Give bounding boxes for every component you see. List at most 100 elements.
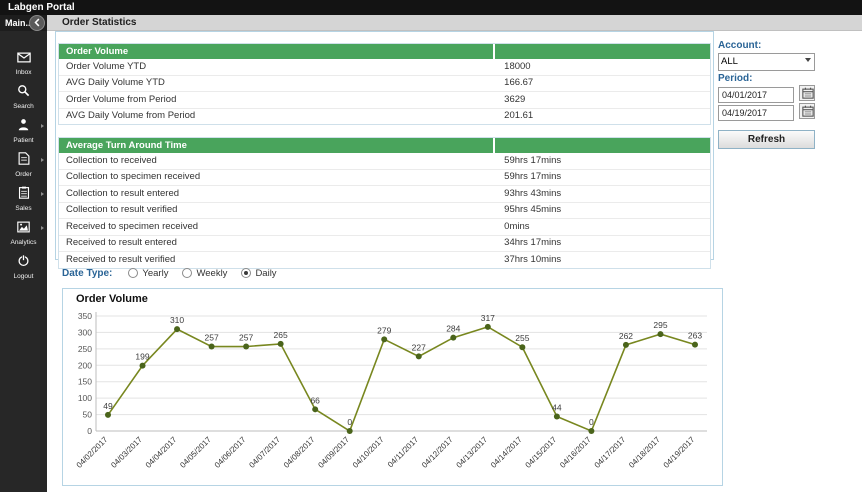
- svg-text:265: 265: [274, 330, 288, 340]
- chevron-right-icon: [41, 226, 44, 230]
- svg-text:0: 0: [347, 417, 352, 427]
- table-row: Collection to received 59hrs 17mins: [59, 153, 710, 170]
- labgen-portal-app: Labgen Portal Main... Order Statistics I…: [0, 0, 862, 492]
- row-value: 93hrs 43mins: [504, 187, 562, 199]
- svg-text:100: 100: [78, 393, 92, 403]
- page-header-bar: [47, 15, 862, 31]
- svg-text:250: 250: [78, 344, 92, 354]
- svg-text:04/17/2017: 04/17/2017: [593, 435, 628, 470]
- table-row: AVG Daily Volume from Period 201.61: [59, 108, 710, 124]
- svg-text:04/18/2017: 04/18/2017: [627, 435, 662, 470]
- page-title: Order Statistics: [62, 17, 137, 28]
- chevron-right-icon: [41, 124, 44, 128]
- row-label: Collection to result verified: [66, 204, 178, 215]
- sidebar-item-sales[interactable]: Sales: [0, 181, 47, 215]
- calendar-icon: [801, 87, 814, 102]
- chart-title: Order Volume: [76, 293, 148, 305]
- period-from-row: [718, 85, 815, 103]
- row-value: 201.61: [504, 110, 534, 121]
- row-label: Collection to result entered: [66, 187, 180, 199]
- row-label: Received to result entered: [66, 237, 177, 248]
- date-type-row: Date Type: Yearly Weekly Daily: [62, 266, 291, 280]
- svg-text:295: 295: [653, 320, 667, 330]
- svg-text:284: 284: [446, 324, 460, 334]
- account-select-wrap: ALL: [718, 51, 815, 71]
- svg-text:04/14/2017: 04/14/2017: [489, 435, 524, 470]
- svg-text:150: 150: [78, 377, 92, 387]
- svg-text:04/15/2017: 04/15/2017: [524, 435, 559, 470]
- svg-text:199: 199: [135, 352, 149, 362]
- row-label: Order Volume YTD: [66, 60, 147, 72]
- row-label: Received to specimen received: [66, 220, 199, 232]
- radio-label: Yearly: [142, 267, 169, 279]
- analytics-icon: [17, 220, 30, 237]
- sidebar-item-label: Patient: [13, 137, 34, 144]
- sidebar-item-order[interactable]: Order: [0, 147, 47, 181]
- back-button[interactable]: [29, 15, 45, 31]
- row-value: 18000: [504, 60, 531, 72]
- radio-icon: [241, 268, 252, 278]
- period-from-calendar-button[interactable]: [799, 85, 815, 101]
- svg-text:263: 263: [688, 331, 702, 341]
- sidebar-item-label: Logout: [13, 273, 34, 280]
- period-from-input[interactable]: [718, 87, 794, 103]
- svg-text:227: 227: [412, 342, 426, 352]
- account-label: Account:: [718, 40, 762, 51]
- svg-text:257: 257: [239, 333, 253, 343]
- svg-text:50: 50: [83, 410, 93, 420]
- search-icon: [17, 84, 30, 101]
- order-volume-table: Order Volume Order Volume YTD 18000 AVG Da…: [58, 43, 711, 125]
- row-value: 166.67: [504, 77, 534, 88]
- row-label: Collection to received: [66, 154, 157, 166]
- radio-label: Daily: [255, 267, 277, 279]
- inbox-icon: [16, 50, 31, 67]
- period-to-row: [718, 103, 815, 121]
- table-row: Received to specimen received 0mins: [59, 219, 710, 236]
- date-type-radio-daily[interactable]: Daily: [241, 267, 277, 279]
- date-type-radio-weekly[interactable]: Weekly: [182, 268, 227, 279]
- sidebar-item-patient[interactable]: Patient: [0, 113, 47, 147]
- row-value: 59hrs 17mins: [504, 154, 562, 166]
- svg-text:49: 49: [103, 401, 113, 411]
- order-volume-table-body: Order Volume YTD 18000 AVG Daily Volume YT…: [59, 59, 710, 124]
- chevron-right-icon: [41, 158, 44, 162]
- app-title: Labgen Portal: [8, 2, 75, 13]
- radio-label: Weekly: [196, 267, 228, 279]
- date-type-label: Date Type:: [62, 267, 113, 279]
- sidebar-items: Inbox Search Patient Order Sales Analytics Log…: [0, 45, 47, 283]
- radio-icon: [182, 268, 193, 278]
- period-to-calendar-button[interactable]: [799, 103, 815, 119]
- statistics-panel: Order Volume Order Volume YTD 18000 AVG Da…: [55, 31, 714, 269]
- svg-text:04/08/2017: 04/08/2017: [282, 435, 317, 470]
- svg-text:279: 279: [377, 325, 391, 335]
- svg-text:04/09/2017: 04/09/2017: [316, 435, 351, 470]
- calendar-icon: [801, 105, 814, 120]
- sidebar-item-search[interactable]: Search: [0, 79, 47, 113]
- svg-text:0: 0: [589, 417, 594, 427]
- svg-text:04/04/2017: 04/04/2017: [144, 435, 179, 470]
- svg-text:04/07/2017: 04/07/2017: [247, 435, 282, 470]
- date-type-options: Yearly Weekly Daily: [128, 268, 290, 279]
- sidebar-item-label: Analytics: [10, 239, 37, 246]
- row-value: 3629: [504, 93, 526, 105]
- chart-svg: 0 50 100 150 200 250 300 350 04/02/2017 04/03/201…: [75, 311, 707, 470]
- table-row: Collection to result verified 95hrs 45min…: [59, 202, 710, 219]
- sidebar-item-logout[interactable]: Logout: [0, 249, 47, 283]
- row-label: Collection to specimen received: [66, 171, 201, 182]
- turnaround-table-header-row: Average Turn Around Time: [59, 138, 710, 153]
- sidebar-item-inbox[interactable]: Inbox: [0, 45, 47, 79]
- date-type-radio-yearly[interactable]: Yearly: [128, 268, 168, 279]
- svg-text:04/06/2017: 04/06/2017: [213, 435, 248, 470]
- period-to-input[interactable]: [718, 105, 794, 121]
- sidebar: Inbox Search Patient Order Sales Analytics Log…: [0, 31, 47, 492]
- svg-text:04/13/2017: 04/13/2017: [455, 435, 490, 470]
- svg-text:04/16/2017: 04/16/2017: [558, 435, 593, 470]
- order-volume-table-header-row: Order Volume: [59, 44, 710, 59]
- sidebar-item-analytics[interactable]: Analytics: [0, 215, 47, 249]
- row-value: 95hrs 45mins: [504, 204, 562, 215]
- svg-text:0: 0: [87, 426, 92, 436]
- refresh-button[interactable]: Refresh: [718, 130, 815, 149]
- account-select[interactable]: ALL: [718, 52, 815, 71]
- sidebar-item-label: Sales: [15, 205, 32, 212]
- sales-icon: [18, 186, 30, 203]
